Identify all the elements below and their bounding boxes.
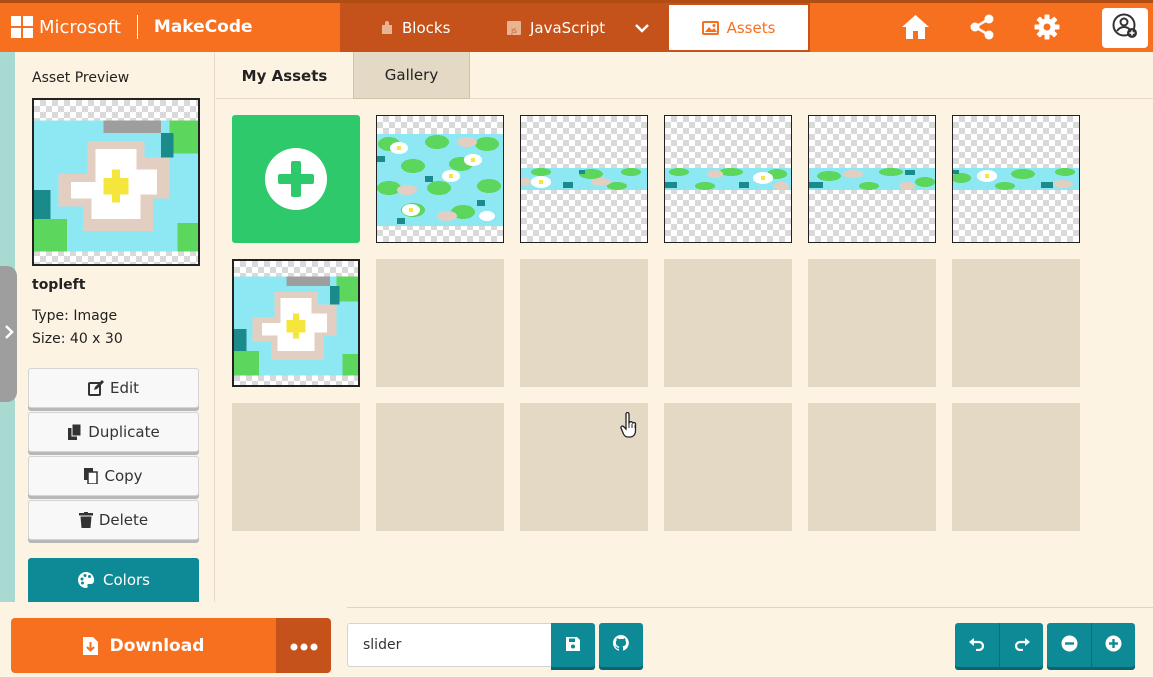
project-name-input[interactable]	[347, 623, 552, 667]
tab-javascript-label: JavaScript	[530, 18, 606, 37]
hand-cursor-icon	[620, 411, 638, 442]
asset-size: Size: 40 x 30	[32, 331, 123, 347]
edit-button-label: Edit	[109, 379, 140, 397]
asset-tile-selected[interactable]	[232, 259, 360, 387]
copy-icon	[84, 468, 99, 484]
more-options-button[interactable]	[276, 618, 331, 673]
asset-tile[interactable]	[520, 115, 648, 243]
colors-button-label: Colors	[103, 571, 150, 589]
asset-type: Type: Image	[32, 308, 118, 324]
settings-button[interactable]	[1034, 14, 1060, 44]
zoom-out-button[interactable]	[1047, 623, 1091, 667]
tab-assets-label: Assets	[726, 18, 776, 37]
colors-button[interactable]: Colors	[28, 558, 199, 602]
files-icon	[67, 424, 82, 440]
asset-preview-image	[32, 98, 200, 266]
edit-button[interactable]: Edit	[28, 368, 199, 408]
empty-asset-slot	[232, 403, 360, 531]
duplicate-button[interactable]: Duplicate	[28, 412, 199, 452]
editor-tabs: Blocks JS JavaScript Assets	[340, 3, 810, 52]
redo-icon	[1014, 636, 1030, 655]
chevron-right-icon	[4, 324, 14, 344]
js-file-icon: JS	[506, 20, 522, 36]
undo-icon	[969, 636, 985, 655]
tab-gallery[interactable]: Gallery	[353, 52, 470, 99]
redo-button[interactable]	[999, 623, 1043, 667]
share-icon	[970, 14, 994, 44]
asset-tile[interactable]	[952, 115, 1080, 243]
share-button[interactable]	[970, 14, 994, 44]
save-icon	[566, 636, 580, 655]
bottom-bar: Download	[0, 602, 1153, 677]
user-icon	[1112, 13, 1138, 43]
chevron-down-icon	[635, 19, 649, 37]
plus-circle-icon	[264, 147, 328, 211]
delete-button[interactable]: Delete	[28, 500, 199, 540]
asset-tabs: My Assets Gallery	[216, 52, 1153, 99]
empty-asset-slot	[376, 259, 504, 387]
asset-preview-title: Asset Preview	[32, 70, 130, 86]
ellipsis-icon	[290, 636, 318, 655]
download-button-label: Download	[109, 635, 205, 656]
gear-icon	[1034, 14, 1060, 44]
empty-asset-slot	[376, 403, 504, 531]
empty-asset-slot	[952, 403, 1080, 531]
github-button[interactable]	[599, 623, 643, 667]
download-file-icon	[82, 636, 98, 655]
brand-makecode: MakeCode	[153, 17, 253, 37]
tab-assets[interactable]: Assets	[669, 5, 808, 50]
trash-icon	[78, 512, 93, 528]
user-menu-button[interactable]	[1102, 8, 1148, 48]
language-dropdown[interactable]	[635, 21, 649, 35]
brand[interactable]: Microsoft MakeCode	[11, 15, 253, 39]
empty-asset-slot	[808, 403, 936, 531]
tab-my-assets[interactable]: My Assets	[216, 52, 353, 99]
empty-asset-slot	[664, 259, 792, 387]
github-icon	[612, 635, 629, 655]
empty-asset-slot	[952, 259, 1080, 387]
home-icon	[901, 15, 930, 44]
plus-circle-icon	[1105, 635, 1122, 656]
copy-button-label: Copy	[104, 467, 143, 485]
asset-tile[interactable]	[808, 115, 936, 243]
microsoft-logo-icon	[11, 16, 33, 38]
empty-asset-slot	[664, 403, 792, 531]
tab-blocks-label: Blocks	[402, 18, 451, 37]
asset-name: topleft	[32, 277, 86, 293]
asset-tile[interactable]	[376, 115, 504, 243]
new-asset-button[interactable]	[232, 115, 360, 243]
empty-asset-slot	[808, 259, 936, 387]
svg-text:JS: JS	[510, 28, 517, 35]
top-bar: Microsoft MakeCode Blocks JS JavaScript	[0, 0, 1153, 52]
tab-blocks[interactable]: Blocks	[380, 3, 450, 52]
palette-icon	[77, 571, 95, 589]
delete-button-label: Delete	[98, 511, 149, 529]
brand-microsoft: Microsoft	[39, 16, 121, 38]
edit-icon	[87, 380, 104, 396]
download-button[interactable]: Download	[11, 618, 276, 673]
image-icon	[701, 20, 719, 35]
tab-javascript[interactable]: JS JavaScript	[506, 3, 605, 52]
bottom-divider	[347, 607, 1153, 608]
zoom-in-button[interactable]	[1091, 623, 1135, 667]
save-button[interactable]	[551, 623, 595, 667]
duplicate-button-label: Duplicate	[88, 423, 160, 441]
asset-tile[interactable]	[664, 115, 792, 243]
empty-asset-slot	[520, 259, 648, 387]
home-button[interactable]	[901, 14, 930, 44]
puzzle-icon	[380, 20, 394, 36]
brand-divider	[136, 15, 138, 39]
copy-button[interactable]: Copy	[28, 456, 199, 496]
undo-button[interactable]	[955, 623, 999, 667]
minus-circle-icon	[1061, 635, 1078, 656]
asset-detail-panel: Asset Preview topleft Type: Image Size: …	[15, 52, 215, 602]
simulator-toggle[interactable]	[0, 266, 17, 402]
